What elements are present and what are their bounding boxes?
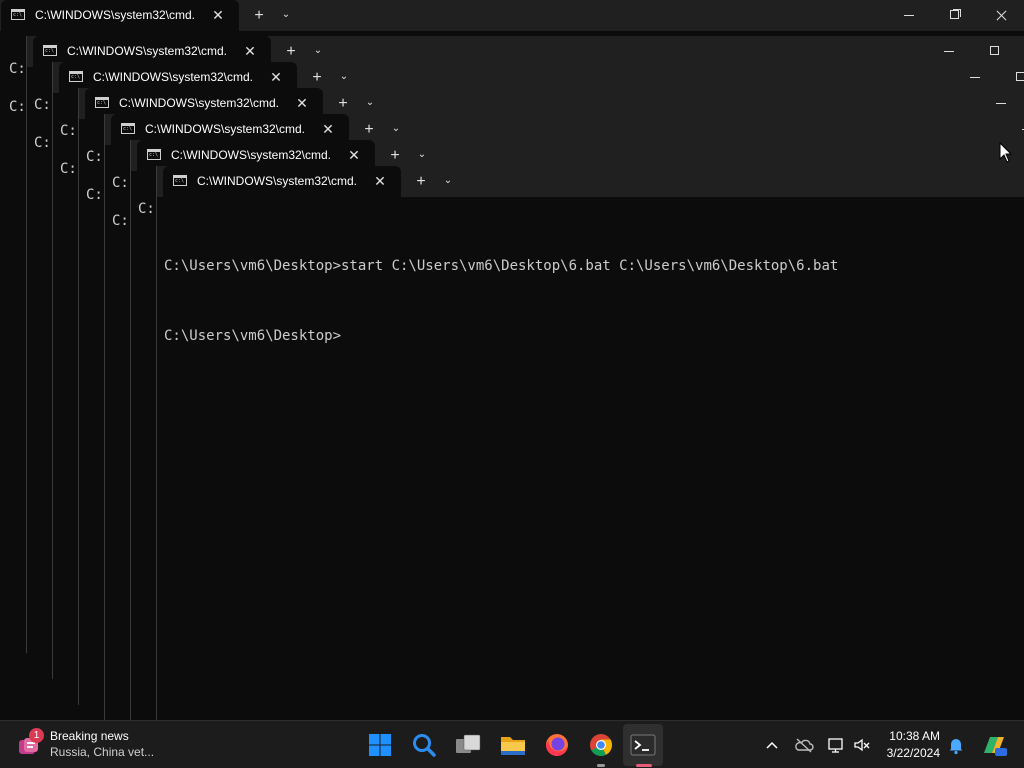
- running-indicator: [597, 764, 605, 767]
- prompt-fragment: C:: [138, 201, 155, 217]
- cmd-icon: [147, 149, 161, 160]
- console-line: C:\Users\vm6\Desktop>start C:\Users\vm6\…: [164, 258, 839, 274]
- terminal-tab[interactable]: C:\WINDOWS\system32\cmd. ✕: [1, 0, 239, 31]
- prompt-fragment: C:: [9, 99, 26, 115]
- network-icon[interactable]: [826, 735, 846, 755]
- prompt-fragment: C:: [86, 187, 103, 203]
- prompt-fragment: C:: [60, 161, 77, 177]
- file-explorer-icon[interactable]: [497, 729, 529, 761]
- cmd-window-active: C:\WINDOWS\system32\cmd. ✕ + ⌄ C:\Users\…: [156, 166, 1024, 720]
- volume-icon[interactable]: [852, 735, 872, 755]
- show-hidden-icons-icon[interactable]: [762, 735, 782, 755]
- task-view-icon[interactable]: [452, 729, 484, 761]
- news-subtitle: Russia, China vet...: [50, 745, 155, 759]
- news-headline: Breaking news: [50, 729, 129, 743]
- minimize-button[interactable]: [886, 0, 932, 31]
- chevron-down-icon[interactable]: ⌄: [437, 166, 459, 195]
- chevron-down-icon[interactable]: ⌄: [359, 88, 381, 117]
- prompt-fragment: C:: [112, 213, 129, 229]
- clock-date[interactable]: 3/22/2024: [887, 746, 940, 760]
- chrome-icon[interactable]: [585, 729, 617, 761]
- console-line: C:\Users\vm6\Desktop>: [164, 328, 342, 344]
- clock-time[interactable]: 10:38 AM: [889, 729, 940, 743]
- chevron-down-icon[interactable]: ⌄: [275, 0, 297, 29]
- taskbar: 1 Breaking news Russia, China vet... 10:…: [0, 720, 1024, 768]
- active-indicator: [636, 764, 652, 767]
- onedrive-icon[interactable]: [794, 735, 814, 755]
- search-icon[interactable]: [408, 729, 440, 761]
- prompt-fragment: C:: [86, 149, 103, 165]
- mouse-cursor-icon: [999, 142, 1013, 163]
- new-tab-button[interactable]: +: [245, 0, 273, 31]
- prompt-fragment: C:: [34, 135, 51, 151]
- chevron-down-icon[interactable]: ⌄: [333, 62, 355, 91]
- tab-title: C:\WINDOWS\system32\cmd.: [197, 174, 358, 188]
- chevron-down-icon[interactable]: ⌄: [307, 36, 329, 65]
- close-tab-icon[interactable]: ✕: [366, 166, 394, 197]
- close-window-button[interactable]: [978, 0, 1024, 31]
- title-bar[interactable]: C:\WINDOWS\system32\cmd. ✕ + ⌄: [157, 166, 1024, 197]
- notifications-icon[interactable]: [946, 735, 966, 755]
- copilot-icon[interactable]: [978, 729, 1010, 761]
- cmd-icon: [173, 175, 187, 186]
- close-tab-icon[interactable]: ✕: [204, 0, 232, 31]
- new-tab-button[interactable]: +: [407, 166, 435, 197]
- start-icon[interactable]: [364, 729, 396, 761]
- terminal-tab[interactable]: C:\WINDOWS\system32\cmd. ✕: [163, 166, 401, 197]
- cmd-icon: [95, 97, 109, 108]
- firefox-icon[interactable]: [541, 729, 573, 761]
- terminal-icon[interactable]: [627, 729, 659, 761]
- prompt-fragment: C:: [9, 61, 26, 77]
- console-area[interactable]: C:\Users\vm6\Desktop>start C:\Users\vm6\…: [157, 197, 1024, 720]
- prompt-fragment: C:: [112, 175, 129, 191]
- prompt-fragment: C:: [34, 97, 51, 113]
- title-bar[interactable]: C:\WINDOWS\system32\cmd. ✕ + ⌄: [0, 0, 1024, 31]
- chevron-down-icon[interactable]: ⌄: [411, 140, 433, 169]
- cmd-icon: [11, 9, 25, 20]
- cmd-icon: [43, 45, 57, 56]
- cmd-icon: [69, 71, 83, 82]
- cmd-icon: [121, 123, 135, 134]
- notification-badge: 1: [29, 728, 44, 743]
- prompt-fragment: C:: [60, 123, 77, 139]
- chevron-down-icon[interactable]: ⌄: [385, 114, 407, 143]
- restore-button[interactable]: [932, 0, 978, 31]
- tab-title: C:\WINDOWS\system32\cmd.: [35, 8, 196, 22]
- console-output[interactable]: C:\Users\vm6\Desktop>start C:\Users\vm6\…: [164, 223, 1024, 395]
